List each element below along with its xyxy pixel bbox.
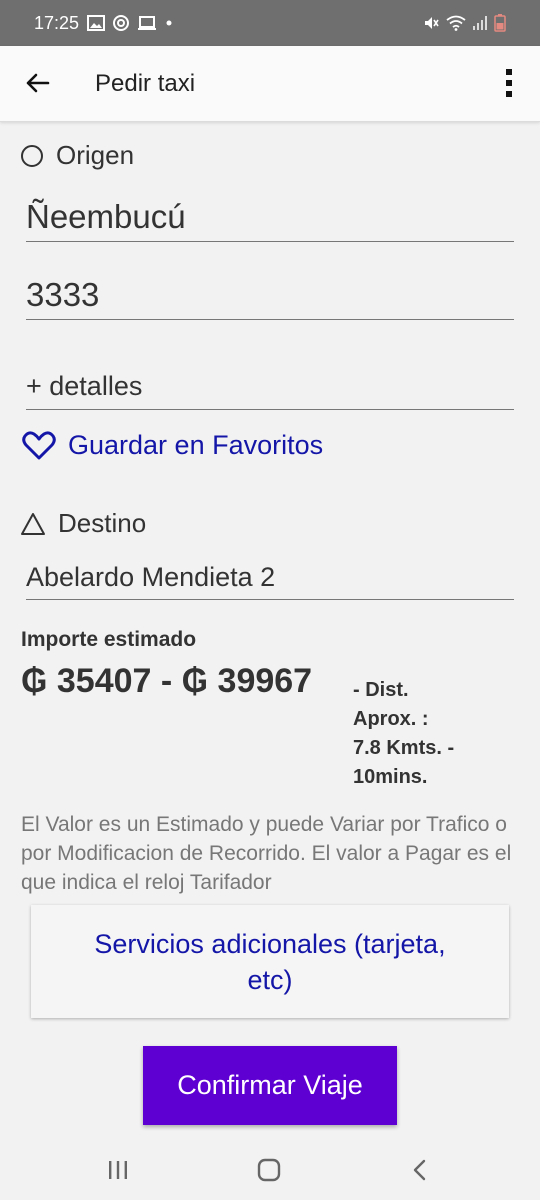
estimate-price-range: ₲ 35407 - ₲ 39967 xyxy=(21,662,313,700)
system-nav-bar xyxy=(0,1138,540,1200)
back-nav-icon[interactable] xyxy=(406,1156,434,1184)
save-favorites-link[interactable]: Guardar en Favoritos xyxy=(22,430,323,461)
circle-outline-icon xyxy=(21,144,43,167)
estimate-detail-line: 10mins. xyxy=(353,766,428,788)
estimate-detail-line: - Dist. xyxy=(353,679,409,701)
estimate-title: Importe estimado xyxy=(21,628,197,651)
origin-label: Origen xyxy=(56,140,135,170)
additional-services-button[interactable]: Servicios adicionales (tarjeta, etc) xyxy=(31,905,509,1018)
laptop-icon xyxy=(138,16,157,30)
triangle-outline-icon xyxy=(21,512,45,535)
home-icon[interactable] xyxy=(255,1156,283,1184)
arrow-back-icon[interactable] xyxy=(22,68,52,98)
confirm-trip-button[interactable]: Confirmar Viaje xyxy=(143,1046,397,1125)
destination-section-label: Destino xyxy=(20,508,146,539)
save-favorites-label: Guardar en Favoritos xyxy=(68,430,324,460)
origin-number-input[interactable] xyxy=(26,270,514,320)
more-vert-icon[interactable] xyxy=(496,66,522,102)
heart-outline-icon xyxy=(22,430,56,459)
origin-street-input[interactable] xyxy=(26,192,514,242)
status-notification-icons xyxy=(87,14,174,32)
dot-icon xyxy=(166,20,172,26)
origin-details-input[interactable] xyxy=(26,364,514,410)
status-time: 17:25 xyxy=(34,12,80,33)
signal-icon xyxy=(473,16,487,30)
mute-icon xyxy=(425,17,439,29)
estimate-disclaimer: El Valor es un Estimado y puede Variar p… xyxy=(21,813,512,894)
gallery-icon xyxy=(87,15,106,31)
app-bar: Pedir taxi xyxy=(0,46,540,122)
page-title: Pedir taxi xyxy=(95,70,196,97)
at-sign-icon xyxy=(113,15,130,31)
wifi-icon xyxy=(446,15,466,31)
battery-icon xyxy=(494,14,506,32)
origin-section-label: Origen xyxy=(20,140,134,171)
estimate-distance-detail: - Dist. Aprox. : 7.8 Kmts. - 10mins. xyxy=(353,676,503,792)
status-system-icons xyxy=(422,14,506,32)
destination-address-input[interactable] xyxy=(26,556,514,600)
estimate-detail-line: 7.8 Kmts. - xyxy=(353,737,455,759)
estimate-detail-line: Aprox. : xyxy=(353,708,429,730)
destination-label: Destino xyxy=(58,508,147,538)
status-bar: 17:25 xyxy=(0,0,540,46)
recent-apps-icon[interactable] xyxy=(104,1156,132,1184)
